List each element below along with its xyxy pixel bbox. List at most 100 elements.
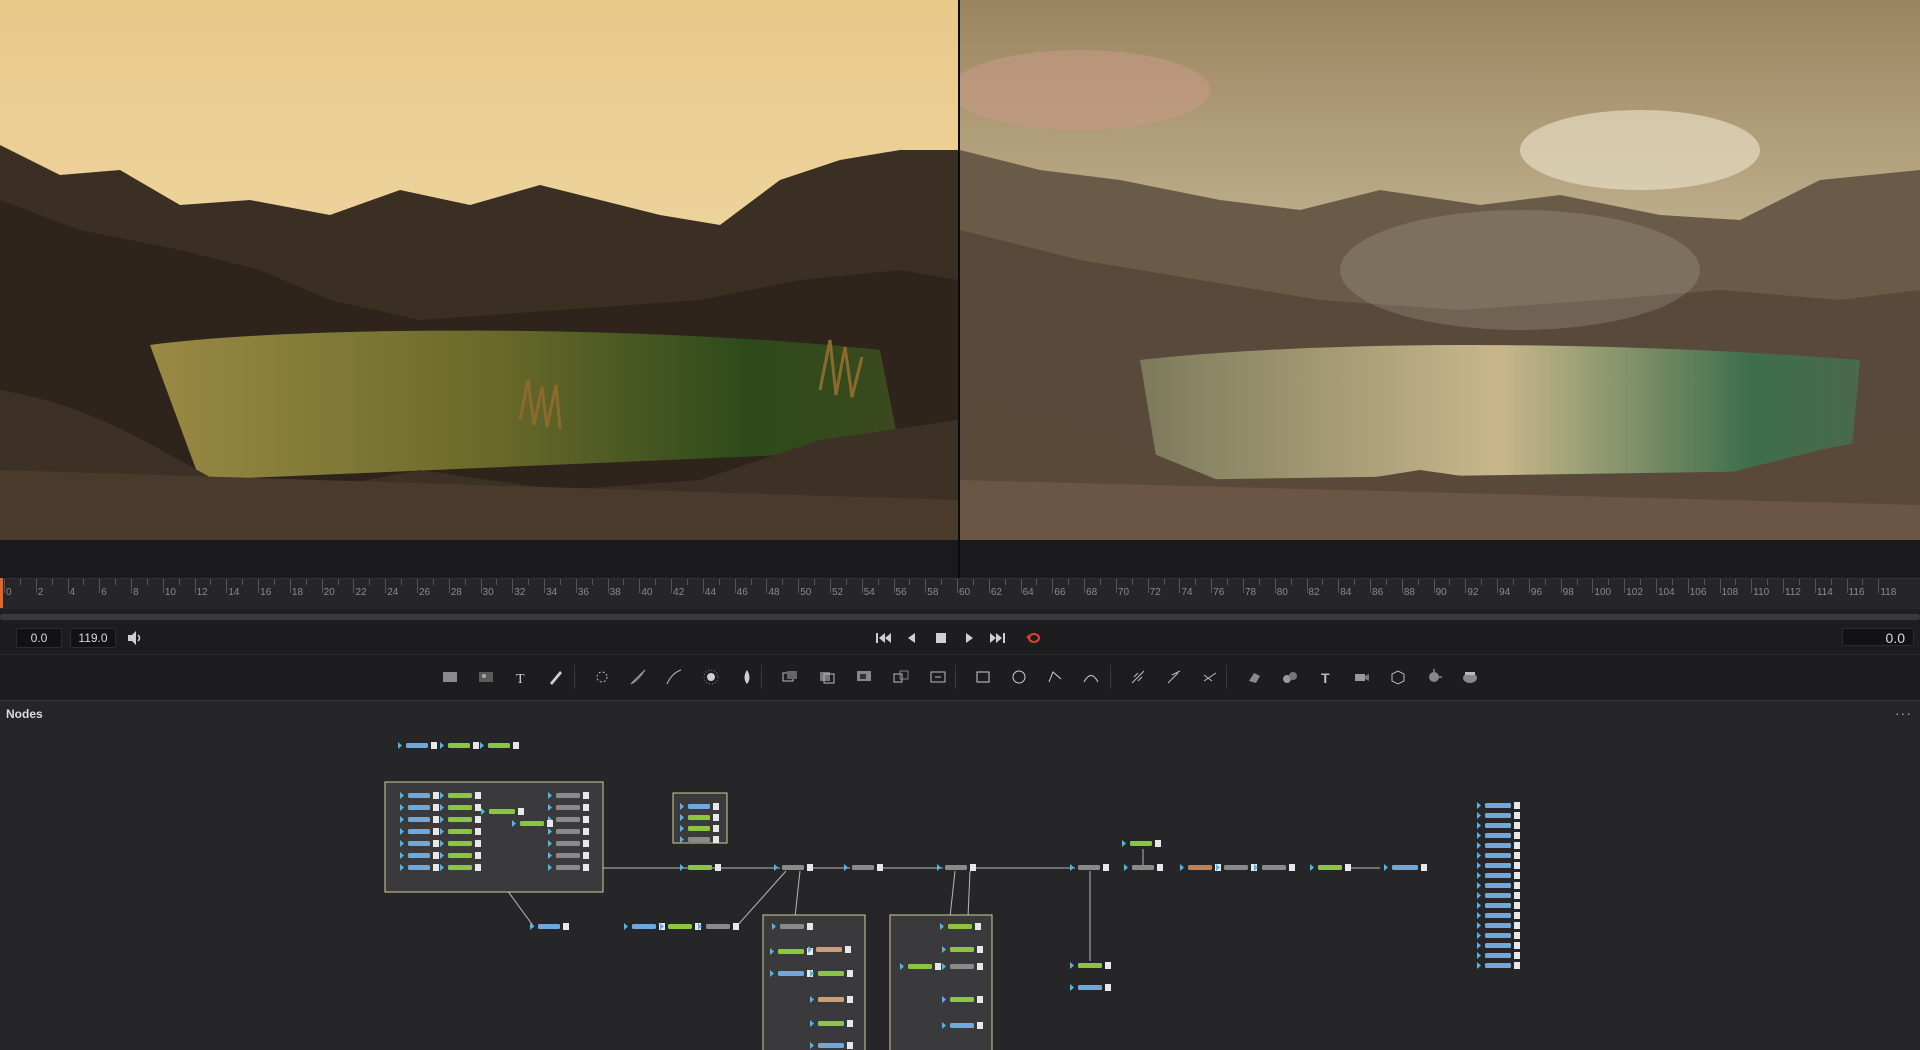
skip-start-icon[interactable] [873,629,893,647]
node-tile[interactable] [1477,962,1520,969]
merge-icon[interactable] [780,667,800,687]
channel-booleans-icon[interactable] [817,667,837,687]
ruler-tick [1211,579,1213,593]
ruler-tick [258,579,260,593]
node-tile[interactable] [1070,864,1109,871]
ruler-tick-label: 70 [1117,587,1130,598]
toolbar-separator [1226,665,1227,689]
node-tile[interactable] [1477,802,1520,809]
node-group[interactable] [762,914,866,1050]
playhead[interactable] [0,578,3,608]
node-tile[interactable] [1216,864,1257,871]
node-tile[interactable] [1477,872,1520,879]
node-tile[interactable] [398,742,437,749]
merge-3d-icon[interactable] [1280,667,1300,687]
time-ruler[interactable]: 0 2 4 6 8 10 12 14 16 18 20 22 24 26 28 30 32 34 36 38 40 42 4… [0,578,1920,609]
resize-icon[interactable] [928,667,948,687]
light-3d-icon[interactable] [1424,667,1444,687]
bspline-mask-icon[interactable] [1081,667,1101,687]
ruler-tick [1798,579,1800,585]
polygon-mask-icon[interactable] [1045,667,1065,687]
node-tile[interactable] [660,923,701,930]
scrub-bar[interactable] [0,614,1920,620]
node-tile[interactable] [1477,952,1520,959]
ruler-tick-label: 16 [260,587,272,598]
shape-3d-icon[interactable] [1244,667,1264,687]
ruler-tick-label: 62 [990,587,1002,598]
node-tile[interactable] [530,923,569,930]
ruler-tick-label: 68 [1086,587,1098,598]
image-plane-icon[interactable] [1460,667,1480,687]
ruler-tick-label: 88 [1403,587,1415,598]
node-tile[interactable] [1477,902,1520,909]
text-3d-icon[interactable]: T [1316,667,1336,687]
particle-emitter-icon[interactable] [1128,667,1148,687]
skip-end-icon[interactable] [988,629,1008,647]
particle-render-icon[interactable] [1164,667,1184,687]
play-icon[interactable] [959,629,979,647]
volume-icon[interactable] [126,629,144,647]
ruler-tick [877,579,879,585]
step-back-icon[interactable] [902,629,922,647]
transform-icon[interactable] [891,667,911,687]
node-tile[interactable] [1477,822,1520,829]
render-start-field[interactable]: 0.0 [16,628,62,648]
particles-icon[interactable] [592,667,612,687]
camera-3d-icon[interactable] [1352,667,1372,687]
node-tile[interactable] [1477,842,1520,849]
nodes-panel-menu-icon[interactable]: ··· [1895,705,1912,721]
node-tile[interactable] [1477,932,1520,939]
renderer-3d-icon[interactable] [1388,667,1408,687]
node-group[interactable] [889,914,993,1050]
color-curves-icon[interactable] [664,667,684,687]
node-tile[interactable] [1477,892,1520,899]
background-icon[interactable] [440,667,460,687]
node-tile[interactable] [1477,942,1520,949]
node-tile[interactable] [1477,912,1520,919]
stop-icon[interactable] [931,629,951,647]
blur-icon[interactable] [737,667,757,687]
particle-style-icon[interactable] [1200,667,1220,687]
curves-icon[interactable] [628,667,648,687]
text-icon[interactable]: T [511,667,531,687]
rectangle-mask-icon[interactable] [973,667,993,687]
ruler-tick [1385,579,1387,585]
node-tile[interactable] [1254,864,1295,871]
current-time-field[interactable]: 0.0 [1842,628,1914,646]
node-tile[interactable] [1384,864,1427,871]
node-tile[interactable] [1124,864,1163,871]
image-icon[interactable] [476,667,496,687]
node-tile[interactable] [1122,840,1161,847]
node-tile[interactable] [1070,984,1111,991]
brightness-icon[interactable] [701,667,721,687]
matte-control-icon[interactable] [854,667,874,687]
ruler-tick-label: 104 [1657,587,1675,598]
node-tile[interactable] [1477,852,1520,859]
node-group[interactable] [384,781,604,893]
node-tile[interactable] [1477,922,1520,929]
viewer-right[interactable] [960,0,1920,540]
node-tile[interactable] [1310,864,1351,871]
paint-icon[interactable] [546,667,566,687]
ruler-tick-label: 2 [37,587,44,598]
node-tile[interactable] [1477,882,1520,889]
loop-icon[interactable] [1024,629,1044,647]
node-tile[interactable] [1180,864,1221,871]
ruler-tick-label: 78 [1244,587,1257,598]
node-editor-canvas[interactable] [0,727,1920,1050]
ruler-tick [528,579,530,585]
node-tile[interactable] [1477,812,1520,819]
node-tile[interactable] [480,742,519,749]
node-graph[interactable] [0,727,1920,1050]
ellipse-mask-icon[interactable] [1009,667,1029,687]
viewer-left[interactable] [0,0,958,540]
node-tile[interactable] [698,923,739,930]
ruler-tick [1751,579,1753,593]
node-tile[interactable] [624,923,665,930]
node-tile[interactable] [1477,862,1520,869]
node-tile[interactable] [1477,832,1520,839]
render-end-field[interactable]: 119.0 [70,628,116,648]
ruler-tick [798,579,800,593]
node-tile[interactable] [1070,962,1111,969]
node-tile[interactable] [440,742,479,749]
